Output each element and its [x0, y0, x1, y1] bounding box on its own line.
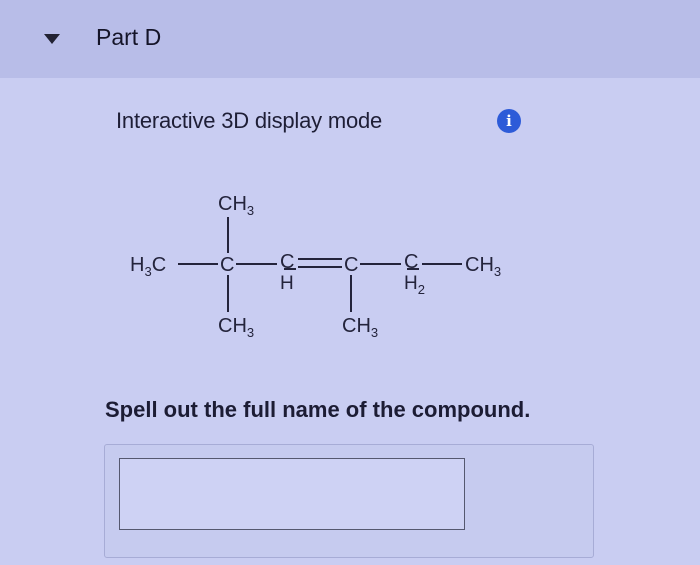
answer-input[interactable] [119, 458, 465, 530]
carbon-4: C [344, 254, 358, 276]
carbon-3-h: H [280, 273, 294, 294]
left-methyl: H3C [130, 254, 166, 279]
carbon-5-h2: H2 [404, 273, 425, 297]
part-header[interactable]: Part D [0, 0, 700, 78]
carbon-2: C [220, 254, 234, 276]
caret-down-icon[interactable] [44, 34, 60, 44]
display-mode-label: Interactive 3D display mode [116, 108, 383, 133]
info-icon[interactable]: i [497, 109, 521, 133]
top-methyl: CH3 [218, 193, 254, 218]
bottom-methyl-1: CH3 [218, 315, 254, 340]
right-methyl: CH3 [465, 254, 501, 279]
question-prompt: Spell out the full name of the compound. [105, 397, 531, 422]
part-title: Part D [96, 24, 162, 50]
answer-panel [104, 444, 594, 558]
bottom-methyl-2: CH3 [342, 315, 378, 340]
structural-formula: CH3 H3C C C H C C H2 CH3 CH3 CH3 [130, 193, 501, 340]
